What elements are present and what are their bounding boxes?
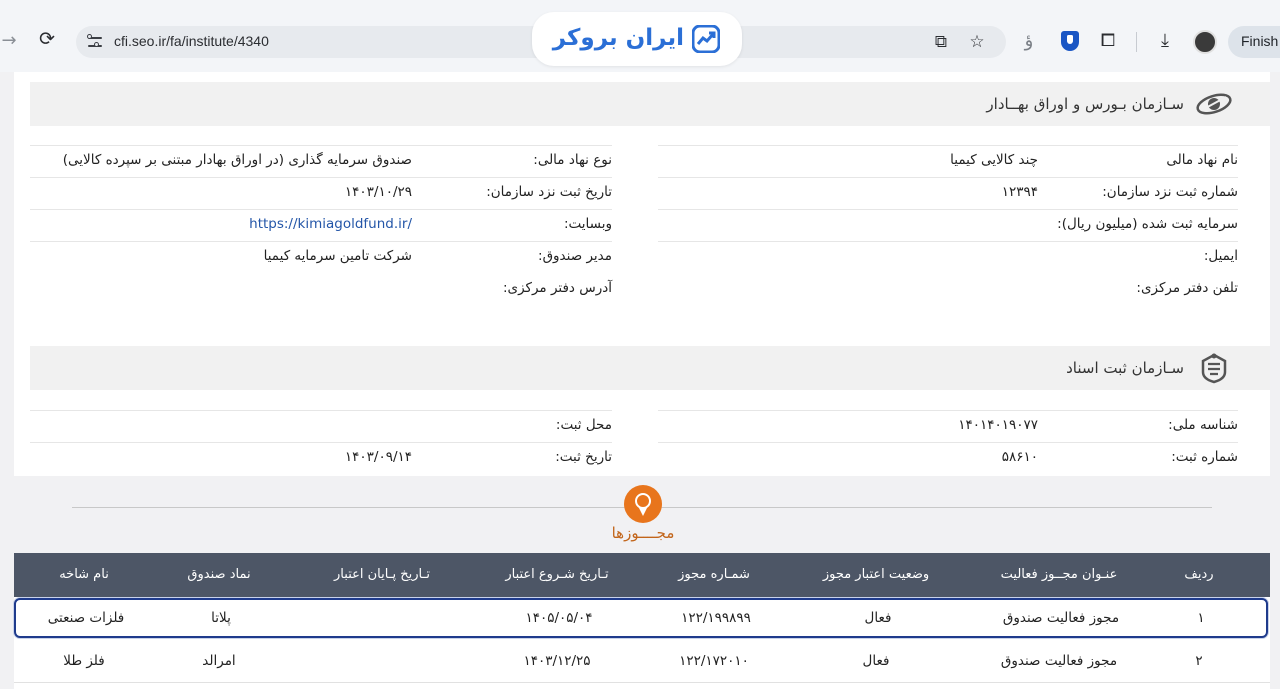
field-row: وبسایت: https://kimiagoldfund.ir/ bbox=[30, 209, 612, 240]
field-label: نام نهاد مالی bbox=[1166, 152, 1238, 168]
field-value: شرکت تامین سرمایه کیمیا bbox=[263, 248, 412, 264]
table-cell: ۱۴۰۵/۰۵/۰۴ bbox=[525, 610, 593, 626]
award-icon bbox=[624, 485, 662, 523]
column-header[interactable]: نماد صندوق bbox=[154, 567, 284, 582]
download-icon[interactable]: ⤓ bbox=[1153, 30, 1177, 51]
arrow-forward-icon[interactable]: → bbox=[0, 30, 18, 51]
table-cell: فعال bbox=[862, 653, 890, 669]
field-value: ۱۴۰۱۴۰۱۹۰۷۷ bbox=[958, 417, 1038, 433]
field-row: شماره ثبت: ۵۸۶۱۰ bbox=[658, 442, 1238, 473]
field-label: آدرس دفتر مرکزی: bbox=[502, 280, 612, 296]
field-row: نوع نهاد مالی: صندوق سرمایه گذاری (در او… bbox=[30, 145, 612, 176]
field-row: تاریخ ثبت نزد سازمان: ۱۴۰۳/۱۰/۲۹ bbox=[30, 177, 612, 208]
field-label: تلفن دفتر مرکزی: bbox=[1136, 280, 1238, 296]
star-icon[interactable]: ☆ bbox=[967, 32, 987, 52]
shield-extension-icon[interactable] bbox=[1061, 31, 1079, 51]
table-cell: ۲ bbox=[1195, 653, 1203, 669]
field-row: آدرس دفتر مرکزی: bbox=[30, 274, 612, 305]
column-header[interactable]: ردیف bbox=[1154, 567, 1244, 582]
table-cell: ۱۴۰۳/۱۲/۲۵ bbox=[523, 653, 591, 669]
url-text[interactable]: cfi.seo.ir/fa/institute/4340 bbox=[114, 33, 269, 49]
field-label: سرمایه ثبت شده (میلیون ریال): bbox=[1057, 216, 1238, 232]
section-title: سـازمان بـورس و اوراق بهــادار bbox=[986, 95, 1184, 113]
field-label: شناسه ملی: bbox=[1168, 417, 1238, 433]
field-label: ایمیل: bbox=[1203, 248, 1238, 264]
column-header[interactable]: عنـوان مجــوز فعالیت bbox=[964, 567, 1154, 582]
field-row: مدیر صندوق: شرکت تامین سرمایه کیمیا bbox=[30, 241, 612, 272]
website-link[interactable]: https://kimiagoldfund.ir/ bbox=[249, 216, 412, 232]
field-label: تاریخ ثبت نزد سازمان: bbox=[486, 184, 612, 200]
toolbar-divider bbox=[1136, 32, 1137, 52]
registry-section-header: سـازمان ثبت اسناد bbox=[30, 346, 1270, 390]
exchange-section-header: سـازمان بـورس و اوراق بهــادار bbox=[30, 82, 1270, 126]
column-header[interactable]: تـاریخ شـروع اعتبار bbox=[474, 567, 640, 582]
table-cell: فعال bbox=[864, 610, 892, 626]
field-row: محل ثبت: bbox=[30, 410, 612, 441]
column-header[interactable]: تـاریخ پـایان اعتبار bbox=[292, 567, 472, 582]
institute-details-panel: سـازمان بـورس و اوراق بهــادار نام نهاد … bbox=[14, 72, 1270, 476]
seo-logo-icon bbox=[1196, 93, 1232, 115]
table-cell: فلزات صنعتی bbox=[47, 610, 125, 626]
finish-update-button[interactable]: Finish bbox=[1228, 26, 1280, 58]
browser-toolbar: → ⟳ cfi.seo.ir/fa/institute/4340 ⧉ ☆ ؤ ⧠… bbox=[0, 0, 1280, 72]
field-value: صندوق سرمایه گذاری (در اوراق بهادار مبتن… bbox=[62, 152, 412, 168]
field-value: ۱۴۰۳/۰۹/۱۴ bbox=[344, 449, 412, 465]
field-label: شماره ثبت نزد سازمان: bbox=[1102, 184, 1238, 200]
field-row: تلفن دفتر مرکزی: bbox=[658, 274, 1238, 305]
field-row: نام نهاد مالی چند کالایی کیمیا bbox=[658, 145, 1238, 176]
puzzle-icon[interactable]: ⧠ bbox=[1096, 30, 1120, 51]
tune-icon[interactable] bbox=[86, 33, 104, 51]
field-value: ۵۸۶۱۰ bbox=[1001, 449, 1038, 465]
field-row: شناسه ملی: ۱۴۰۱۴۰۱۹۰۷۷ bbox=[658, 410, 1238, 441]
field-row: سرمایه ثبت شده (میلیون ریال): bbox=[658, 209, 1238, 240]
field-row: تاریخ ثبت: ۱۴۰۳/۰۹/۱۴ bbox=[30, 442, 612, 473]
column-header[interactable]: وضعیت اعتبار مجوز bbox=[790, 567, 962, 582]
table-cell: فلز طلا bbox=[63, 653, 105, 669]
column-header[interactable]: شمـاره مجوز bbox=[644, 567, 784, 582]
table-cell: امرالد bbox=[202, 653, 236, 669]
section-title: سـازمان ثبت اسناد bbox=[1066, 359, 1184, 377]
field-value: چند کالایی کیمیا bbox=[950, 152, 1038, 168]
table-cell: مجوز فعالیت صندوق bbox=[1000, 653, 1118, 669]
field-value: ۱۴۰۳/۱۰/۲۹ bbox=[344, 184, 412, 200]
translate-icon[interactable]: ⧉ bbox=[931, 32, 951, 52]
field-label: تاریخ ثبت: bbox=[555, 449, 612, 465]
field-label: مدیر صندوق: bbox=[538, 248, 612, 264]
iranbroker-logo: ایران بروکر bbox=[532, 12, 742, 66]
trend-arrow-icon bbox=[692, 25, 720, 53]
field-row: شماره ثبت نزد سازمان: ۱۲۳۹۴ bbox=[658, 177, 1238, 208]
licenses-table: ردیف عنـوان مجــوز فعالیت وضعیت اعتبار م… bbox=[14, 553, 1270, 689]
field-row: ایمیل: bbox=[658, 241, 1238, 272]
table-cell: پلاتا bbox=[211, 610, 231, 626]
reload-icon[interactable]: ⟳ bbox=[36, 28, 58, 50]
table-cell: ۱۲۲/۱۹۹۸۹۹ bbox=[681, 610, 751, 626]
table-header: ردیف عنـوان مجــوز فعالیت وضعیت اعتبار م… bbox=[14, 553, 1270, 597]
avatar[interactable] bbox=[1193, 30, 1217, 54]
field-label: شماره ثبت: bbox=[1171, 449, 1238, 465]
column-header[interactable]: نام شاخه bbox=[24, 567, 144, 582]
table-cell: ۱ bbox=[1197, 610, 1205, 626]
table-cell: مجوز فعالیت صندوق bbox=[1002, 610, 1120, 626]
registry-emblem-icon bbox=[1201, 353, 1227, 384]
table-row[interactable]: ۱ مجوز فعالیت صندوق فعال ۱۲۲/۱۹۹۸۹۹ ۱۴۰۵… bbox=[14, 598, 1268, 638]
table-row[interactable]: ۲ مجوز فعالیت صندوق فعال ۱۲۲/۱۷۲۰۱۰ ۱۴۰۳… bbox=[14, 641, 1270, 683]
field-label: وبسایت: bbox=[564, 216, 612, 232]
field-value: ۱۲۳۹۴ bbox=[1001, 184, 1038, 200]
logo-text: ایران بروکر bbox=[552, 25, 684, 51]
table-cell: ۱۲۲/۱۷۲۰۱۰ bbox=[679, 653, 749, 669]
field-label: نوع نهاد مالی: bbox=[533, 152, 612, 168]
voice-icon[interactable]: ؤ bbox=[1017, 30, 1041, 51]
field-label: محل ثبت: bbox=[555, 417, 612, 433]
licenses-title: مجــــوزها bbox=[611, 524, 675, 542]
